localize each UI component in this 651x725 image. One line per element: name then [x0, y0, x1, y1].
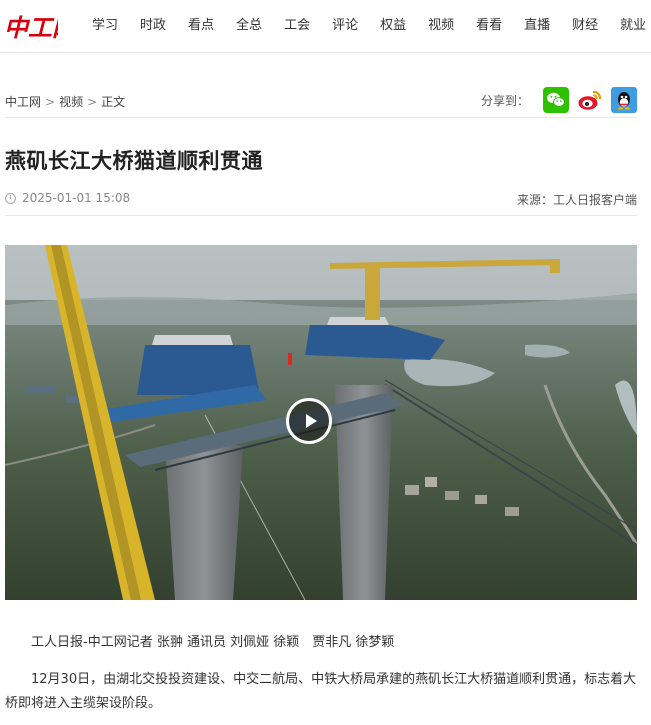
main-nav: 学习时政看点全总工会评论权益视频看看直播财经就业新: [92, 0, 651, 52]
nav-item-10[interactable]: 财经: [572, 0, 598, 52]
nav-item-7[interactable]: 视频: [428, 0, 454, 52]
publish-date: 2025-01-01 15:08: [5, 191, 130, 205]
breadcrumb-row: 中工网 > 视频 > 正文 分享到：: [5, 87, 637, 118]
nav-item-9[interactable]: 直播: [524, 0, 550, 52]
breadcrumb-separator: >: [87, 95, 98, 109]
article-byline: 工人日报-中工网记者 张翀 通讯员 刘佩娅 徐颖 贾非凡 徐梦颖: [31, 635, 395, 650]
nav-item-2[interactable]: 看点: [188, 0, 214, 52]
share-weibo-button[interactable]: [577, 87, 603, 113]
share-bar: 分享到：: [481, 87, 637, 113]
svg-text:中工网: 中工网: [4, 13, 58, 42]
share-wechat-button[interactable]: [543, 87, 569, 113]
wechat-icon: [543, 87, 569, 113]
article-paragraph: 12月30日，由湖北交投投资建设、中交二航局、中铁大桥局承建的燕矶长江大桥猫道顺…: [5, 672, 637, 711]
play-button[interactable]: [286, 398, 332, 444]
publish-datetime: 2025-01-01 15:08: [22, 191, 131, 205]
breadcrumb-separator: >: [45, 95, 56, 109]
breadcrumb-current: 正文: [101, 95, 126, 109]
nav-item-6[interactable]: 权益: [380, 0, 406, 52]
share-label: 分享到：: [480, 93, 529, 108]
play-icon: [305, 414, 317, 428]
breadcrumb: 中工网 > 视频 > 正文: [5, 93, 125, 110]
article-source: 来源：工人日报客户端: [516, 193, 637, 207]
site-logo[interactable]: 中工网: [4, 9, 58, 43]
qq-icon: [611, 87, 637, 113]
nav-item-0[interactable]: 学习: [92, 0, 118, 52]
top-nav-bar: 中工网 学习时政看点全总工会评论权益视频看看直播财经就业新: [0, 0, 651, 53]
share-qq-button[interactable]: [611, 87, 637, 113]
video-player[interactable]: [5, 245, 637, 600]
clock-icon: [5, 192, 16, 204]
nav-item-11[interactable]: 就业: [620, 0, 646, 52]
article-title: 燕矶长江大桥猫道顺利贯通: [5, 149, 263, 173]
nav-item-4[interactable]: 工会: [284, 0, 310, 52]
breadcrumb-section[interactable]: 视频: [59, 95, 83, 109]
nav-item-5[interactable]: 评论: [332, 0, 358, 52]
article-meta: 2025-01-01 15:08 来源：工人日报客户端: [5, 187, 637, 216]
nav-item-8[interactable]: 看看: [476, 0, 502, 52]
nav-item-1[interactable]: 时政: [140, 0, 166, 52]
nav-item-3[interactable]: 全总: [236, 0, 262, 52]
weibo-icon: [578, 90, 602, 110]
breadcrumb-home[interactable]: 中工网: [5, 95, 41, 109]
